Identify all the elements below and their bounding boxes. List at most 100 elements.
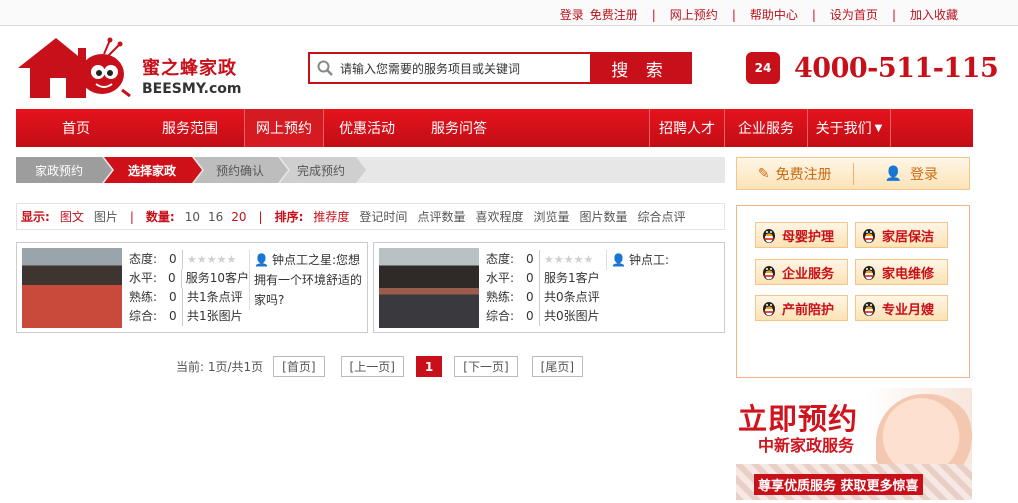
stat-value: 0: [526, 307, 540, 326]
stat-label: 综合:: [486, 309, 515, 323]
housekeeper-stats: 态度: 0 ★★★★★ 水平: 0 服务1客户 熟练: 0 共0条点评 综合: 0 共0张图片: [486, 250, 606, 326]
user-icon: 👤: [884, 165, 902, 182]
housekeeper-photo[interactable]: [22, 248, 122, 328]
banner-subtitle: 中新家政服务: [758, 436, 855, 455]
nav-item-service-scope[interactable]: 服务范围: [136, 109, 244, 147]
sort-label: 排序:: [274, 210, 304, 224]
stat-extra: 服务1客户: [544, 271, 600, 285]
nav-item-online-booking[interactable]: 网上预约: [244, 109, 324, 147]
housekeeper-quote: 👤 钟点工:: [606, 250, 724, 270]
stat-value: 0: [169, 250, 183, 269]
site-logo[interactable]: 蜜之蜂家政 BEESMY.com: [16, 34, 246, 104]
current-page-button[interactable]: 1: [415, 356, 443, 377]
stat-extra: 服务10客户: [185, 271, 249, 285]
login-button[interactable]: 👤 登录: [854, 164, 970, 184]
search-button[interactable]: 搜 索: [590, 54, 690, 82]
service-label: 家电维修: [882, 266, 935, 282]
stat-value: 0: [169, 307, 183, 326]
qq-penguin-icon: [763, 302, 775, 316]
search-bar: 请输入您需要的服务项目或关键词 搜 索: [308, 52, 692, 84]
register-label: 免费注册: [775, 166, 832, 183]
count-option-20[interactable]: 20: [231, 210, 246, 224]
display-option-text-image[interactable]: 图文: [60, 208, 84, 225]
stat-label: 熟练:: [486, 290, 515, 304]
housekeeper-photo[interactable]: [379, 248, 479, 328]
sort-option-overall-review[interactable]: 综合点评: [638, 208, 686, 225]
stat-value: 0: [169, 288, 183, 307]
rating-stars-icon: ★★★★★: [187, 253, 237, 266]
top-bar: 登录 免费注册 | 网上预约 | 帮助中心 | 设为首页 | 加入收藏: [0, 0, 1018, 26]
banner-slogan: 尊享优质服务 获取更多惊喜: [754, 474, 923, 495]
step-booking: 家政预约: [34, 163, 83, 178]
stat-label: 态度:: [486, 252, 515, 266]
housekeeper-card[interactable]: 态度: 0 ★★★★★ 水平: 0 服务10客户 熟练: 0 共1条点评 综合: 0 共1张图片…: [16, 242, 368, 333]
prev-page-button[interactable]: [上一页]: [340, 356, 404, 377]
service-button-appliance-repair[interactable]: 家电维修: [855, 259, 948, 285]
sort-option-image-count[interactable]: 图片数量: [579, 208, 627, 225]
service-button-home-cleaning[interactable]: 家居保洁: [855, 222, 948, 248]
nav-item-about-us[interactable]: 关于我们 ▼: [808, 109, 890, 147]
main-nav: 首页 服务范围 网上预约 优惠活动 服务问答 招聘人才 企业服务 关于我们 ▼: [16, 109, 973, 147]
sort-option-register-time[interactable]: 登记时间: [359, 208, 407, 225]
count-option-16[interactable]: 16: [208, 210, 223, 224]
housekeeper-quote: 👤 钟点工之星:您想拥有一个环境舒适的家吗?: [249, 250, 367, 310]
service-button-maternal-care[interactable]: 母婴护理: [755, 222, 848, 248]
login-label: 登录: [909, 166, 938, 183]
online-service-box: 母婴护理 家居保洁 企业服务 家电维修 产前陪护 专业月嫂: [736, 205, 970, 378]
pencil-icon: ✎: [757, 165, 770, 182]
search-input[interactable]: 请输入您需要的服务项目或关键词: [310, 54, 590, 82]
top-login-link[interactable]: 登录: [560, 6, 584, 23]
stat-extra: 共1张图片: [187, 309, 243, 323]
sort-option-likes[interactable]: 喜欢程度: [475, 208, 523, 225]
nav-item-faq[interactable]: 服务问答: [410, 109, 508, 147]
nav-item-promotions[interactable]: 优惠活动: [324, 109, 410, 147]
service-button-prenatal-care[interactable]: 产前陪护: [755, 295, 848, 321]
nav-item-recruitment[interactable]: 招聘人才: [650, 109, 724, 147]
top-set-homepage-link[interactable]: 设为首页: [830, 6, 878, 23]
qq-penguin-icon: [863, 302, 875, 316]
qq-penguin-icon: [863, 229, 875, 243]
nav-item-enterprise[interactable]: 企业服务: [725, 109, 807, 147]
last-page-button[interactable]: [尾页]: [531, 356, 584, 377]
nav-item-home[interactable]: 首页: [16, 109, 136, 147]
logo-english-name: BEESMY.com: [142, 81, 242, 97]
stat-extra: 共0张图片: [544, 309, 600, 323]
rating-stars-icon: ★★★★★: [544, 253, 594, 266]
qq-penguin-icon: [763, 266, 775, 280]
divider: |: [811, 7, 816, 22]
user-icon: 👤: [611, 253, 626, 267]
top-add-favorite-link[interactable]: 加入收藏: [910, 6, 958, 23]
register-button[interactable]: ✎ 免费注册: [737, 164, 853, 184]
service-label: 母婴护理: [782, 229, 835, 245]
divider: |: [731, 7, 736, 22]
stat-label: 态度:: [129, 252, 158, 266]
qq-penguin-icon: [763, 229, 775, 243]
search-placeholder: 请输入您需要的服务项目或关键词: [340, 61, 521, 76]
housekeeper-stats: 态度: 0 ★★★★★ 水平: 0 服务10客户 熟练: 0 共1条点评 综合: 0 共1张图片: [129, 250, 249, 326]
housekeeper-card[interactable]: 态度: 0 ★★★★★ 水平: 0 服务1客户 熟练: 0 共0条点评 综合: 0 共0张图片 …: [373, 242, 725, 333]
stat-label: 水平:: [129, 271, 158, 285]
display-option-image[interactable]: 图片: [94, 208, 118, 225]
sort-option-recommend[interactable]: 推荐度: [313, 208, 349, 225]
divider: |: [651, 7, 656, 22]
service-button-maternity-nanny[interactable]: 专业月嫂: [855, 295, 948, 321]
first-page-button[interactable]: [首页]: [273, 356, 325, 377]
top-help-link[interactable]: 帮助中心: [750, 6, 798, 23]
hotline-number: 4000-511-115: [794, 52, 999, 84]
service-button-enterprise[interactable]: 企业服务: [755, 259, 848, 285]
count-option-10[interactable]: 10: [185, 210, 200, 224]
count-label: 数量:: [145, 210, 175, 224]
top-booking-link[interactable]: 网上预约: [670, 6, 718, 23]
top-register-link[interactable]: 免费注册: [590, 6, 638, 23]
stat-extra: 共1条点评: [187, 290, 243, 304]
booking-promo-banner[interactable]: 立即预约 中新家政服务 尊享优质服务 获取更多惊喜: [736, 388, 972, 500]
24h-phone-icon: 24: [746, 52, 780, 84]
next-page-button[interactable]: [下一页]: [454, 356, 518, 377]
booking-steps: 家政预约 选择家政 预约确认 完成预约: [16, 157, 725, 183]
sort-option-views[interactable]: 浏览量: [533, 208, 569, 225]
sort-option-review-count[interactable]: 点评数量: [417, 208, 465, 225]
stat-extra: 共0条点评: [544, 290, 600, 304]
service-label: 产前陪护: [782, 302, 835, 318]
stat-value: 0: [526, 288, 540, 307]
